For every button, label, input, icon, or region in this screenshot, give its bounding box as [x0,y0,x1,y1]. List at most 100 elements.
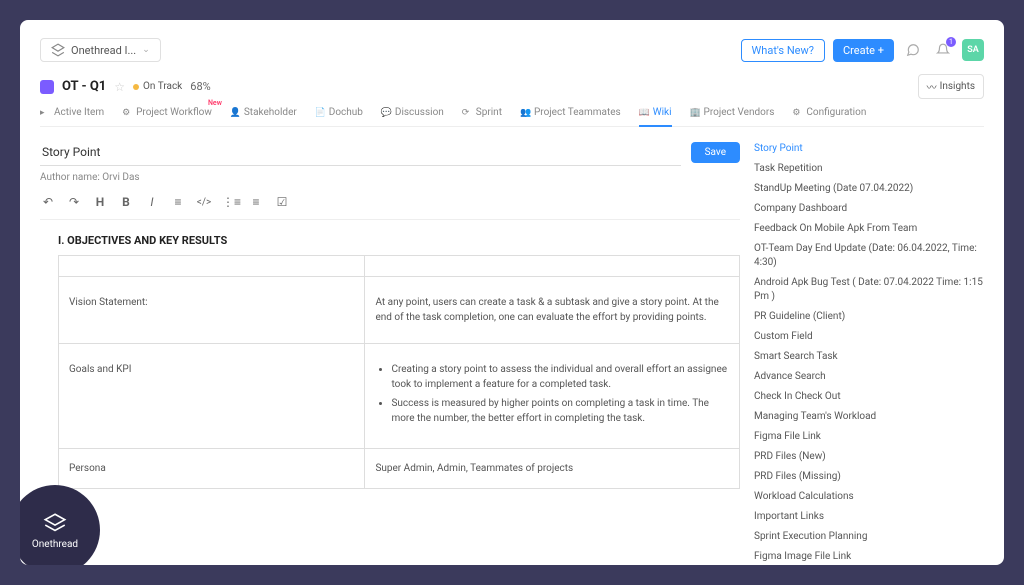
checkbox-icon[interactable]: ☑ [274,195,290,209]
row-label[interactable]: Goals and KPI [59,344,365,449]
sidebar-item[interactable]: Important Links [754,507,984,527]
tab-discussion[interactable]: 💬 Discussion [381,107,444,120]
sidebar-item[interactable]: Smart Search Task [754,347,984,367]
row-content[interactable]: Creating a story point to assess the ind… [365,344,740,449]
tab-icon: ⟳ [462,108,472,118]
tab-label: Wiki [653,107,672,118]
quote-icon[interactable]: ≡ [170,195,186,209]
tab-wiki[interactable]: 📖 Wiki [639,107,672,120]
sidebar-item[interactable]: PRD Files (Missing) [754,467,984,487]
tab-label: Active Item [54,107,104,118]
sidebar-item[interactable]: Sprint Execution Planning [754,527,984,547]
insights-icon: 〰 [927,79,937,94]
tab-icon: 👥 [520,108,530,118]
tab-stakeholder[interactable]: 👤 Stakeholder [230,107,297,120]
notification-icon[interactable]: 1 [932,39,954,61]
tab-configuration[interactable]: ⚙Configuration [792,107,866,120]
chevron-down-icon: ⌄ [142,45,150,55]
italic-icon[interactable]: I [144,195,160,209]
table-row: Goals and KPI Creating a story point to … [59,344,740,449]
sidebar-item[interactable]: Story Point [754,139,984,159]
editor-toolbar: ↶ ↷ H B I ≡ </> ⋮≡ ≡ ☑ [40,191,740,220]
whats-new-button[interactable]: What's New? [741,39,825,62]
tab-icon: 💬 [381,108,391,118]
chat-icon[interactable] [902,39,924,61]
sidebar-item[interactable]: Feedback On Mobile Apk From Team [754,219,984,239]
sidebar-item[interactable]: Figma Image File Link [754,547,984,565]
row-content[interactable]: At any point, users can create a task & … [365,277,740,344]
sidebar-item[interactable]: Workload Calculations [754,487,984,507]
save-button[interactable]: Save [691,142,740,163]
sidebar-item[interactable]: PRD Files (New) [754,447,984,467]
tab-project-vendors[interactable]: 🏢 Project Vendors [690,107,775,120]
tab-icon: ⚙ [792,108,802,118]
workspace-icon [51,43,65,57]
tab-label: Sprint [476,107,502,118]
workspace-selector[interactable]: Onethread I... ⌄ [40,38,161,62]
table-row: Vision Statement: At any point, users ca… [59,277,740,344]
tab-active-item[interactable]: ▸ Active Item [40,107,104,120]
avatar[interactable]: SA [962,39,984,61]
content-row: Save Author name: Orvi Das ↶ ↷ H B I ≡ <… [40,139,984,565]
tab-sprint[interactable]: ⟳ Sprint [462,107,502,120]
tab-icon: ⚙ [122,108,132,118]
tab-icon: 👤 [230,108,240,118]
status-label: On Track [143,81,182,92]
sidebar-item[interactable]: Managing Team's Workload [754,407,984,427]
table-empty-row [59,256,740,277]
row-label[interactable]: Vision Statement: [59,277,365,344]
tab-label: Discussion [395,107,444,118]
tab-project-teammates[interactable]: 👥 Project Teammates [520,107,621,120]
author-row: Author name: Orvi Das [40,172,740,183]
tab-label: Stakeholder [244,107,297,118]
brand-name: Onethread [32,539,78,550]
sidebar-item[interactable]: Advance Search [754,367,984,387]
star-icon[interactable]: ☆ [114,80,125,94]
heading-icon[interactable]: H [92,195,108,209]
tab-dochub[interactable]: 📄 Dochub [315,107,363,120]
sidebar-item[interactable]: StandUp Meeting (Date 07.04.2022) [754,179,984,199]
doc-table: Vision Statement: At any point, users ca… [58,255,740,489]
status-dot-icon [133,84,139,90]
row-content[interactable]: Super Admin, Admin, Teammates of project… [365,449,740,489]
section-heading: I. OBJECTIVES AND KEY RESULTS [58,234,740,247]
undo-icon[interactable]: ↶ [40,195,56,209]
tab-icon: 📖 [639,108,649,118]
bulleted-list-icon[interactable]: ⋮≡ [222,195,238,209]
sidebar-item[interactable]: PR Guideline (Client) [754,307,984,327]
editor-panel: Save Author name: Orvi Das ↶ ↷ H B I ≡ <… [40,139,740,565]
title-row: Save [40,139,740,166]
tab-label: Project Vendors [704,107,775,118]
create-button[interactable]: Create + [833,39,894,62]
author-name: Orvi Das [102,172,139,183]
row-label[interactable]: Persona [59,449,365,489]
tab-label: Dochub [329,107,363,118]
numbered-list-icon[interactable]: ≡ [248,195,264,209]
tab-icon: 🏢 [690,108,700,118]
bold-icon[interactable]: B [118,195,134,209]
sidebar-item[interactable]: Custom Field [754,327,984,347]
doc-title-input[interactable] [40,139,681,166]
sidebar-item[interactable]: Figma File Link [754,427,984,447]
workspace-name: Onethread I... [71,44,136,57]
code-icon[interactable]: </> [196,197,212,208]
tab-icon: 📄 [315,108,325,118]
sidebar-item[interactable]: Company Dashboard [754,199,984,219]
sidebar-item[interactable]: Android Apk Bug Test ( Date: 07.04.2022 … [754,273,984,307]
project-icon [40,80,54,94]
tab-icon: ▸ [40,108,50,118]
tab-label: Project Teammates [534,107,621,118]
insights-button[interactable]: 〰 Insights [918,74,984,99]
sidebar-item[interactable]: Task Repetition [754,159,984,179]
status-pill[interactable]: On Track [133,81,182,92]
top-bar: Onethread I... ⌄ What's New? Create + 1 … [40,38,984,62]
project-header: OT - Q1 ☆ On Track 68% 〰 Insights [40,74,984,99]
redo-icon[interactable]: ↷ [66,195,82,209]
tab-project-workflow[interactable]: ⚙Project WorkflowNew [122,107,212,120]
top-right: What's New? Create + 1 SA [741,39,984,62]
bullet-item: Creating a story point to assess the ind… [391,362,729,392]
author-label: Author name: [40,172,100,183]
app-window: Onethread I... ⌄ What's New? Create + 1 … [20,20,1004,565]
sidebar-item[interactable]: OT-Team Day End Update (Date: 06.04.2022… [754,239,984,273]
sidebar-item[interactable]: Check In Check Out [754,387,984,407]
